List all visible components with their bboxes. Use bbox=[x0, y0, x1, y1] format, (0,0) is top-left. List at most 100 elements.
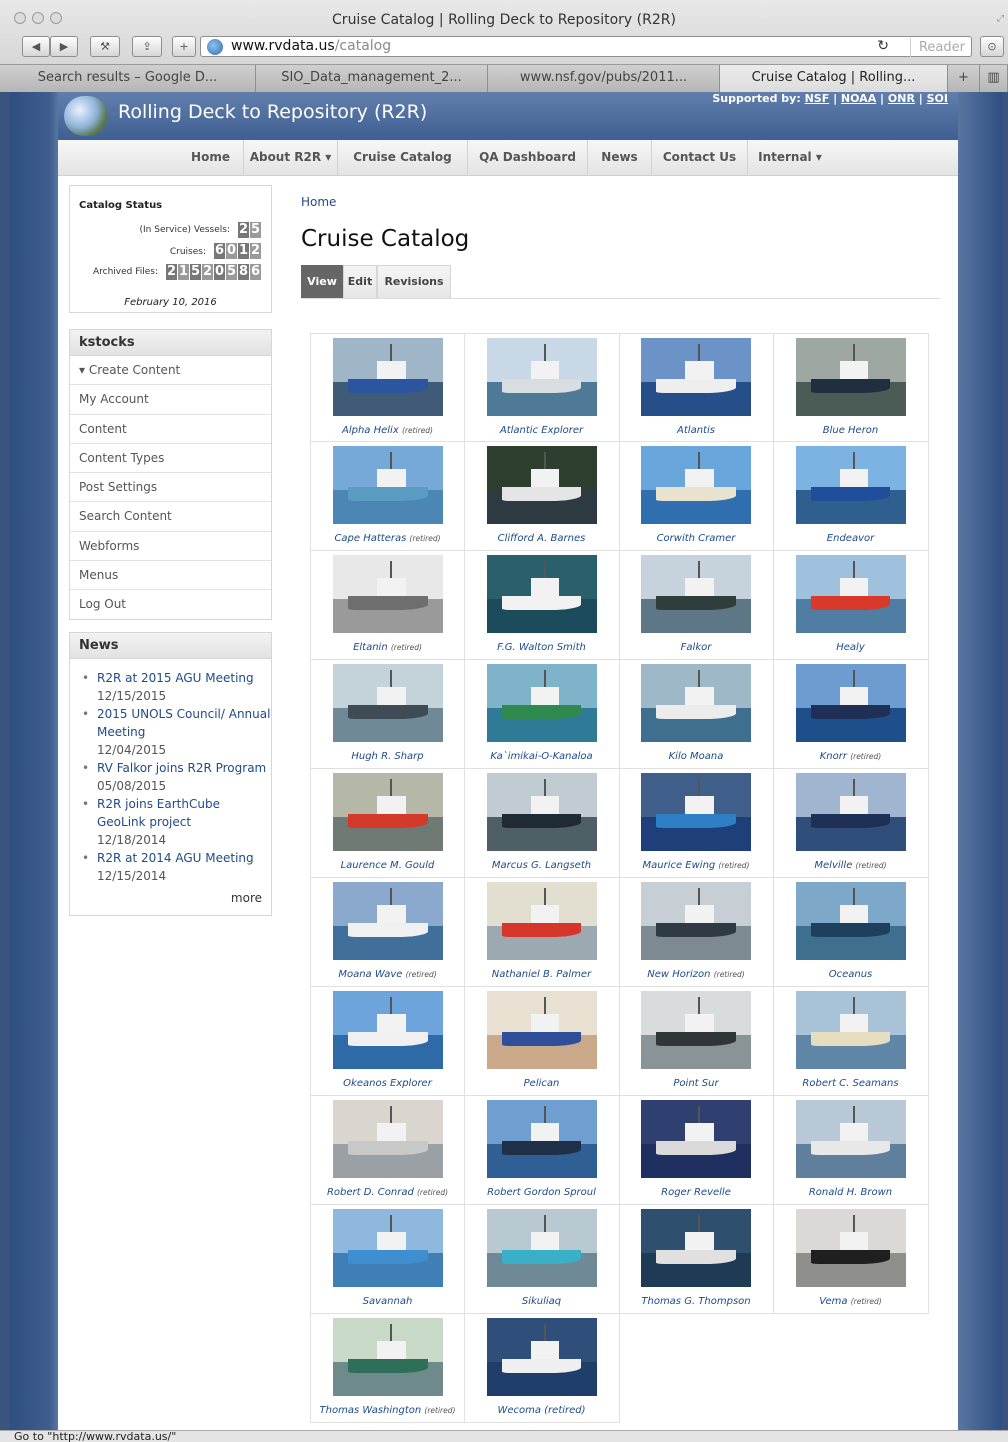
vessel-name-text[interactable]: Thomas Washington bbox=[320, 1405, 422, 1416]
vessel-name[interactable]: Nathaniel B. Palmer bbox=[465, 969, 619, 980]
vessel-name-text[interactable]: Sikuliaq bbox=[522, 1296, 561, 1307]
vessel-card[interactable]: Knorr (retired) bbox=[773, 660, 929, 769]
vessel-card[interactable]: Ronald H. Brown bbox=[773, 1096, 929, 1205]
vessel-photo[interactable] bbox=[486, 1209, 597, 1287]
vessel-name[interactable]: Kilo Moana bbox=[619, 751, 773, 762]
vessel-name[interactable]: Marcus G. Langseth bbox=[465, 860, 619, 871]
news-item-link[interactable]: R2R at 2014 AGU Meeting bbox=[97, 849, 271, 867]
tab-view[interactable]: View bbox=[301, 265, 343, 298]
vessel-card[interactable]: Thomas Washington (retired) bbox=[310, 1314, 465, 1423]
vessel-name[interactable]: Corwith Cramer bbox=[619, 533, 773, 544]
vessel-name[interactable]: Roger Revelle bbox=[619, 1187, 773, 1198]
vessel-name-text[interactable]: Kilo Moana bbox=[669, 751, 724, 762]
vessel-photo[interactable] bbox=[486, 1318, 597, 1396]
vessel-card[interactable]: Ka`imikai-O-Kanaloa bbox=[464, 660, 620, 769]
vessel-card[interactable]: Endeavor bbox=[773, 442, 929, 551]
tab-sio-data[interactable]: SIO_Data_management_2... bbox=[256, 65, 488, 92]
news-item[interactable]: R2R joins EarthCube GeoLink project 12/18… bbox=[70, 795, 271, 849]
vessel-name-text[interactable]: Hugh R. Sharp bbox=[351, 751, 423, 762]
vessel-photo[interactable] bbox=[641, 991, 751, 1069]
vessel-photo[interactable] bbox=[795, 1209, 906, 1287]
vessel-card[interactable]: Point Sur bbox=[619, 987, 774, 1096]
news-item-link[interactable]: R2R joins EarthCube GeoLink project bbox=[97, 795, 271, 831]
vessel-name[interactable]: Sikuliaq bbox=[465, 1296, 619, 1307]
vessel-card[interactable]: Wecoma (retired) bbox=[464, 1314, 620, 1423]
vessel-name-text[interactable]: Ka`imikai-O-Kanaloa bbox=[490, 751, 592, 762]
breadcrumb[interactable]: Home bbox=[301, 195, 336, 209]
vessel-card[interactable]: Clifford A. Barnes bbox=[464, 442, 620, 551]
vessel-name[interactable]: Hugh R. Sharp bbox=[311, 751, 464, 762]
vessel-name-text[interactable]: Atlantic Explorer bbox=[500, 425, 583, 436]
vessel-photo[interactable] bbox=[333, 555, 443, 633]
vessel-photo[interactable] bbox=[795, 882, 906, 960]
vessel-name-text[interactable]: Maurice Ewing bbox=[642, 860, 715, 871]
news-more-link[interactable]: more bbox=[231, 891, 262, 905]
vessel-photo[interactable] bbox=[641, 1209, 751, 1287]
vessel-card[interactable]: Falkor bbox=[619, 551, 774, 660]
vessel-card[interactable]: Blue Heron bbox=[773, 333, 929, 442]
vessel-photo[interactable] bbox=[333, 991, 443, 1069]
fullscreen-icon[interactable]: ⤢ bbox=[997, 14, 1004, 24]
vessel-name-text[interactable]: Robert D. Conrad bbox=[327, 1187, 414, 1198]
news-item-link[interactable]: RV Falkor joins R2R Program bbox=[97, 759, 271, 777]
vessel-card[interactable]: Sikuliaq bbox=[464, 1205, 620, 1314]
vessel-name[interactable]: Melville (retired) bbox=[774, 860, 928, 871]
vessel-name[interactable]: Laurence M. Gould bbox=[311, 860, 464, 871]
vessel-photo[interactable] bbox=[641, 338, 751, 416]
vessel-card[interactable]: New Horizon (retired) bbox=[619, 878, 774, 987]
vessel-photo[interactable] bbox=[486, 446, 597, 524]
vessel-name-text[interactable]: Robert C. Seamans bbox=[802, 1078, 898, 1089]
news-item[interactable]: R2R at 2014 AGU Meeting 12/15/2014 bbox=[70, 849, 271, 885]
vessel-name[interactable]: New Horizon (retired) bbox=[619, 969, 773, 980]
vessel-photo[interactable] bbox=[641, 446, 751, 524]
r2r-logo[interactable] bbox=[64, 96, 108, 136]
forward-button[interactable]: ▶ bbox=[50, 36, 78, 57]
vessel-name[interactable]: Clifford A. Barnes bbox=[465, 533, 619, 544]
vessel-card[interactable]: Melville (retired) bbox=[773, 769, 929, 878]
vessel-name[interactable]: Vema (retired) bbox=[774, 1296, 928, 1307]
vessel-name-text[interactable]: Roger Revelle bbox=[661, 1187, 731, 1198]
share-icon[interactable]: ⇪ bbox=[132, 36, 162, 57]
vessel-card[interactable]: Oceanus bbox=[773, 878, 929, 987]
vessel-photo[interactable] bbox=[795, 773, 906, 851]
vessel-name[interactable]: Cape Hatteras (retired) bbox=[311, 533, 464, 544]
site-name[interactable]: Rolling Deck to Repository (R2R) bbox=[118, 101, 427, 123]
vessel-card[interactable]: Pelican bbox=[464, 987, 620, 1096]
vessel-photo[interactable] bbox=[641, 1100, 751, 1178]
vessel-name[interactable]: Pelican bbox=[465, 1078, 619, 1089]
vessel-photo[interactable] bbox=[795, 991, 906, 1069]
vessel-card[interactable]: Corwith Cramer bbox=[619, 442, 774, 551]
vessel-photo[interactable] bbox=[641, 555, 751, 633]
vessel-name[interactable]: Alpha Helix (retired) bbox=[311, 425, 464, 436]
vessel-photo[interactable] bbox=[795, 555, 906, 633]
vessel-photo[interactable] bbox=[486, 555, 597, 633]
vessel-photo[interactable] bbox=[795, 338, 906, 416]
vessel-name[interactable]: Ronald H. Brown bbox=[774, 1187, 928, 1198]
vessel-name-text[interactable]: Point Sur bbox=[673, 1078, 718, 1089]
vessel-name-text[interactable]: Marcus G. Langseth bbox=[492, 860, 591, 871]
vessel-name[interactable]: Atlantis bbox=[619, 425, 773, 436]
vessel-card[interactable]: Thomas G. Thompson bbox=[619, 1205, 774, 1314]
vessel-name[interactable]: Robert C. Seamans bbox=[774, 1078, 928, 1089]
add-bookmark-button[interactable]: + bbox=[172, 36, 196, 57]
vessel-name-text[interactable]: Falkor bbox=[681, 642, 712, 653]
tab-cruise-catalog[interactable]: Cruise Catalog | Rolling... bbox=[720, 65, 948, 92]
vessel-name-text[interactable]: Corwith Cramer bbox=[657, 533, 736, 544]
vessel-name[interactable]: Okeanos Explorer bbox=[311, 1078, 464, 1089]
vessel-name[interactable]: Blue Heron bbox=[774, 425, 928, 436]
vessel-card[interactable]: Eltanin (retired) bbox=[310, 551, 465, 660]
vessel-card[interactable]: Moana Wave (retired) bbox=[310, 878, 465, 987]
vessel-name-text[interactable]: Cape Hatteras bbox=[334, 533, 406, 544]
nav-internal[interactable]: Internal ▾ bbox=[748, 140, 832, 176]
vessel-photo[interactable] bbox=[333, 882, 443, 960]
vessel-name[interactable]: Atlantic Explorer bbox=[465, 425, 619, 436]
vessel-card[interactable]: Okeanos Explorer bbox=[310, 987, 465, 1096]
vessel-name-text[interactable]: New Horizon bbox=[647, 969, 710, 980]
vessel-photo[interactable] bbox=[795, 1100, 906, 1178]
vessel-name-text[interactable]: Knorr bbox=[820, 751, 847, 762]
vessel-name[interactable]: Thomas G. Thompson bbox=[619, 1296, 773, 1307]
vessel-card[interactable]: Alpha Helix (retired) bbox=[310, 333, 465, 442]
news-item-link[interactable]: 2015 UNOLS Council/ Annual Meeting bbox=[97, 705, 271, 741]
vessel-name-text[interactable]: Eltanin bbox=[353, 642, 388, 653]
vessel-name-text[interactable]: Thomas G. Thompson bbox=[641, 1296, 750, 1307]
